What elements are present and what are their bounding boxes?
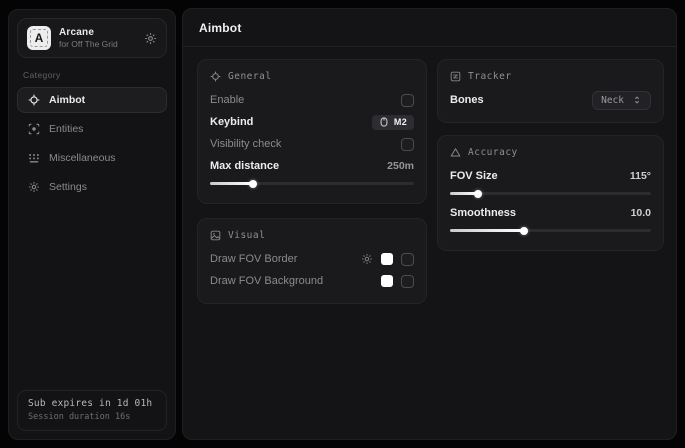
max-distance-slider[interactable] [210,182,414,185]
sidebar: A Arcane for Off The Grid Category Aimbo… [8,9,176,440]
draw-fov-background-checkbox[interactable] [401,275,414,288]
keybind-row: Keybind M2 [210,111,414,133]
slider-fill[interactable] [450,192,478,195]
sidebar-item-settings[interactable]: Settings [17,174,167,200]
draw-fov-background-controls [381,275,414,288]
keybind-label: Keybind [210,116,253,128]
app-meta: Arcane for Off The Grid [59,27,118,49]
draw-fov-border-controls [361,253,414,266]
image-icon [210,230,221,241]
max-distance-row: Max distance 250m [210,155,414,177]
app-subtitle: for Off The Grid [59,39,118,49]
left-column: General Enable Keybind [197,59,427,304]
general-panel: General Enable Keybind [197,59,427,204]
app-header-card: A Arcane for Off The Grid [17,18,167,58]
session-duration-text: Session duration 16s [28,412,156,422]
fov-background-color-swatch[interactable] [381,275,393,287]
max-distance-value: 250m [387,160,414,172]
visibility-check-row: Visibility check [210,133,414,155]
sidebar-item-label: Entities [49,123,83,135]
enable-row: Enable [210,89,414,111]
fov-size-slider[interactable] [450,192,651,195]
chevron-up-down-icon [632,95,642,105]
sidebar-item-label: Miscellaneous [49,152,116,164]
bones-row: Bones Neck [450,89,651,111]
gear-icon[interactable] [361,253,373,265]
bones-selected-value: Neck [601,95,624,106]
main-header: Aimbot [183,9,676,47]
main-body: General Enable Keybind [183,47,676,316]
main-panel: Aimbot General Enable [182,8,677,440]
fov-border-color-swatch[interactable] [381,253,393,265]
enable-label: Enable [210,94,244,106]
fov-size-label: FOV Size [450,170,498,182]
general-panel-header: General [210,71,414,82]
sidebar-item-entities[interactable]: Entities [17,116,167,142]
page-title: Aimbot [199,21,660,35]
sub-expiry-text: Sub expires in 1d 01h [28,398,156,409]
bones-select[interactable]: Neck [592,91,651,110]
tracker-panel-header: Tracker [450,71,651,82]
layers-icon [450,71,461,82]
entities-icon [28,123,40,135]
crosshair-icon [210,71,221,82]
fov-size-row: FOV Size 115° [450,165,651,187]
max-distance-label: Max distance [210,160,279,172]
mouse-icon [379,117,389,127]
panel-title: Tracker [468,71,512,82]
sidebar-item-label: Settings [49,181,87,193]
enable-checkbox[interactable] [401,94,414,107]
accuracy-panel-header: Accuracy [450,147,651,158]
crosshair-icon [28,94,40,106]
visual-panel: Visual Draw FOV Border [197,218,427,304]
grid-icon [28,152,40,164]
keybind-button[interactable]: M2 [372,115,414,130]
sidebar-item-aimbot[interactable]: Aimbot [17,87,167,113]
app-logo: A [27,26,51,50]
keybind-value: M2 [394,117,407,127]
panel-title: Accuracy [468,147,518,158]
smoothness-row: Smoothness 10.0 [450,202,651,224]
visibility-check-label: Visibility check [210,138,281,150]
visual-panel-header: Visual [210,230,414,241]
bones-label: Bones [450,94,484,106]
smoothness-label: Smoothness [450,207,516,219]
draw-fov-border-checkbox[interactable] [401,253,414,266]
draw-fov-background-label: Draw FOV Background [210,275,323,287]
smoothness-value: 10.0 [631,207,651,219]
sidebar-nav: Aimbot Entities Miscellaneous [9,87,175,200]
draw-fov-border-row: Draw FOV Border [210,248,414,270]
gear-icon[interactable] [144,32,157,45]
draw-fov-background-row: Draw FOV Background [210,270,414,292]
tracker-panel: Tracker Bones Neck [437,59,664,123]
visibility-check-checkbox[interactable] [401,138,414,151]
smoothness-slider[interactable] [450,229,651,232]
category-label: Category [23,70,161,80]
slider-fill[interactable] [210,182,253,185]
panel-title: General [228,71,272,82]
slider-fill[interactable] [450,229,524,232]
panel-title: Visual [228,230,265,241]
draw-fov-border-label: Draw FOV Border [210,253,297,265]
fov-size-value: 115° [630,170,651,182]
app-name: Arcane [59,27,118,38]
sidebar-item-label: Aimbot [49,94,85,106]
accuracy-panel: Accuracy FOV Size 115° Smoothness 10.0 [437,135,664,251]
gear-icon [28,181,40,193]
triangle-icon [450,147,461,158]
sidebar-item-miscellaneous[interactable]: Miscellaneous [17,145,167,171]
subscription-card: Sub expires in 1d 01h Session duration 1… [17,390,167,431]
right-column: Tracker Bones Neck [437,59,664,251]
